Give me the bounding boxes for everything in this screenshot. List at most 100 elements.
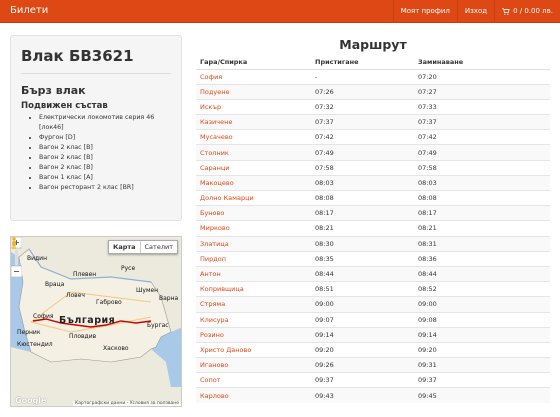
departure-time: 09:00 [414, 296, 550, 312]
departure-time: 07:33 [414, 98, 550, 115]
departure-time: 07:20 [414, 68, 550, 85]
map-label: Видин [27, 255, 47, 262]
station-link[interactable]: Христо Даново [196, 341, 311, 358]
departure-time: 07:27 [414, 83, 550, 100]
station-link[interactable]: Мирково [196, 220, 311, 237]
table-row: Сопот 09:37 09:37 [196, 372, 550, 388]
departure-time: 08:44 [414, 265, 550, 282]
map-label: Русе [121, 265, 136, 272]
table-row: Буново 08:17 08:17 [196, 205, 550, 221]
station-link[interactable]: Клисура [196, 311, 311, 328]
departure-time: 08:17 [414, 205, 550, 221]
departure-time: 08:03 [414, 174, 550, 191]
map-label: Варна [159, 295, 179, 302]
composition-item: Фургон [D] [39, 133, 171, 143]
composition-item: Вагон ресторант 2 клас [BR] [39, 183, 171, 193]
station-link[interactable]: Казичене [196, 114, 311, 130]
logout-link[interactable]: Изход [456, 0, 494, 23]
route-table: Гара/Спирка Пристигане Заминаване София -… [196, 55, 550, 404]
station-link[interactable]: Карлово [196, 387, 311, 404]
column-header-arrival: Пристигане [311, 55, 414, 70]
station-link[interactable]: Искър [196, 98, 311, 115]
map-tab[interactable]: Карта [109, 241, 140, 253]
arrival-time: 07:26 [311, 83, 414, 100]
brand-link[interactable]: Билети [10, 5, 48, 16]
station-link[interactable]: Злaтица [196, 235, 311, 252]
station-link[interactable]: Сопот [196, 372, 311, 388]
map-country-label: България [59, 315, 116, 326]
arrival-time: 08:08 [311, 189, 414, 206]
station-link[interactable]: Мусачево [196, 129, 311, 145]
station-link[interactable]: Розино [196, 326, 311, 343]
top-navbar: Билети Моят профил Изход 0 / 0.00 лв. [0, 0, 560, 23]
departure-time: 07:37 [414, 114, 550, 130]
google-logo: Google [15, 396, 47, 405]
arrival-time: 09:00 [311, 296, 414, 312]
composition-item: Вагон 1 клас [A] [39, 173, 171, 183]
departure-time: 09:31 [414, 357, 550, 373]
profile-link[interactable]: Моят профил [392, 0, 457, 23]
departure-time: 08:08 [414, 189, 550, 206]
column-header-departure: Заминаване [414, 55, 550, 70]
station-link[interactable]: Пирдоп [196, 250, 311, 267]
arrival-time: 09:14 [311, 326, 414, 343]
table-row: Макоцево 08:03 08:03 [196, 174, 550, 191]
table-row: Стряма 09:00 09:00 [196, 296, 550, 312]
composition-item: Вагон 2 клас [B] [39, 143, 171, 153]
table-row: Саранци 07:58 07:58 [196, 159, 550, 176]
station-link[interactable]: София [196, 68, 311, 85]
departure-time: 07:42 [414, 129, 550, 145]
departure-time: 08:21 [414, 220, 550, 237]
composition-list: Електрически локомотив серия 46 [лок46] … [21, 113, 171, 193]
station-link[interactable]: Стряма [196, 296, 311, 312]
composition-item: Вагон 2 клас [B] [39, 163, 171, 173]
satellite-tab[interactable]: Сателит [139, 241, 177, 253]
station-link[interactable]: Копривщица [196, 281, 311, 297]
departure-time: 08:36 [414, 250, 550, 267]
table-row: Мусачево 07:42 07:42 [196, 129, 550, 145]
departure-time: 09:45 [414, 387, 550, 404]
station-link[interactable]: Иганово [196, 357, 311, 373]
arrival-time: 08:44 [311, 265, 414, 282]
station-link[interactable]: Макоцево [196, 174, 311, 191]
train-info-panel: Влак БВ3621 Бърз влак Подвижен състав Ел… [10, 35, 182, 221]
table-row: Столник 07:49 07:49 [196, 144, 550, 161]
composition-title: Подвижен състав [21, 101, 108, 111]
route-map[interactable]: Карта Сателит Видин Враца Плевен Русе Ло… [10, 236, 182, 407]
arrival-time: 09:26 [311, 357, 414, 373]
composition-item: Вагон 2 клас [B] [39, 153, 171, 163]
arrival-time: 08:51 [311, 281, 414, 297]
station-link[interactable]: Долно Камарци [196, 189, 311, 206]
arrival-time: 07:32 [311, 98, 414, 115]
train-title: Влак БВ3621 [21, 47, 134, 65]
station-link[interactable]: Буново [196, 205, 311, 221]
map-label: Габрово [96, 299, 122, 306]
departure-time: 09:37 [414, 372, 550, 388]
table-header-row: Гара/Спирка Пристигане Заминаване [196, 55, 550, 70]
arrival-time: 08:30 [311, 235, 414, 252]
route-title: Маршрут [339, 37, 407, 52]
table-row: Долно Камарци 08:08 08:08 [196, 189, 550, 206]
train-type: Бърз влак [21, 84, 86, 97]
cart-icon [502, 8, 510, 15]
station-link[interactable]: Подуене [196, 83, 311, 100]
station-link[interactable]: Столник [196, 144, 311, 161]
map-attribution[interactable]: Картографски данни - Условия за ползване [73, 401, 181, 406]
map-label: Ловеч [66, 292, 85, 299]
arrival-time: 08:03 [311, 174, 414, 191]
map-label: Хасково [103, 345, 129, 352]
map-type-control: Карта Сателит [108, 240, 178, 254]
station-link[interactable]: Антон [196, 265, 311, 282]
pegman-icon[interactable] [11, 237, 17, 249]
table-row: Иганово 09:26 09:31 [196, 357, 550, 373]
arrival-time: 09:43 [311, 387, 414, 404]
composition-item: Електрически локомотив серия 46 [лок46] [39, 113, 171, 133]
departure-time: 09:08 [414, 311, 550, 328]
arrival-time: 09:37 [311, 372, 414, 388]
cart-link[interactable]: 0 / 0.00 лв. [494, 0, 560, 23]
table-row: Христо Даново 09:20 09:20 [196, 341, 550, 358]
arrival-time: 07:42 [311, 129, 414, 145]
station-link[interactable]: Саранци [196, 159, 311, 176]
column-header-station: Гара/Спирка [196, 55, 311, 70]
table-row: Искър 07:32 07:33 [196, 98, 550, 115]
